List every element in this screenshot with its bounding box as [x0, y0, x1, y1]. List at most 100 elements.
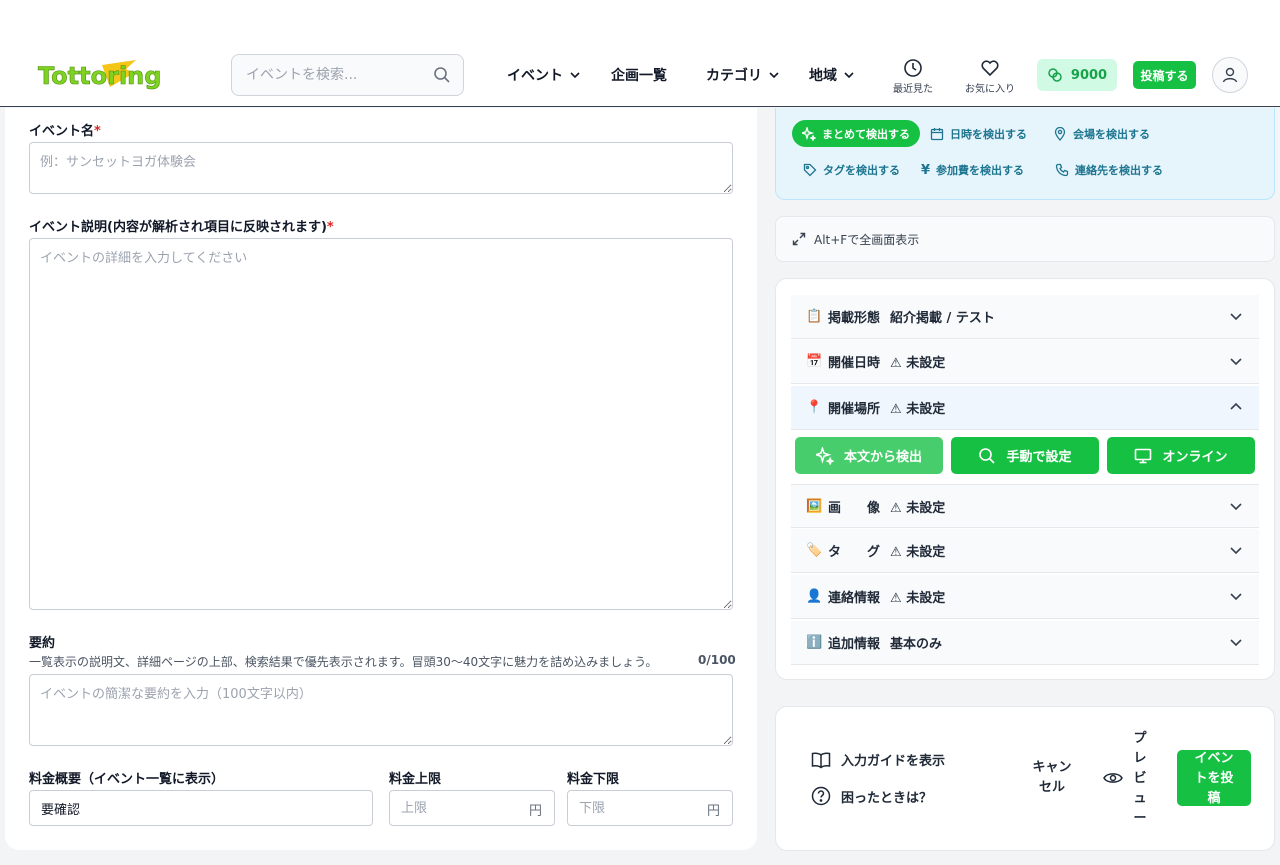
section-status: 紹介掲載 / テスト [890, 311, 995, 326]
price-max-box: 円 [389, 790, 555, 826]
event-name-label: イベント名* [29, 120, 101, 139]
points-badge[interactable]: 9000 [1037, 59, 1117, 91]
preview-button[interactable]: プレビュー [1103, 730, 1163, 825]
user-icon [1222, 67, 1238, 83]
map-pin-icon [1054, 127, 1066, 141]
eye-icon [1103, 773, 1123, 783]
location-online-label: オンライン [1162, 449, 1228, 464]
detect-fee-label: 参加費を検出する [936, 164, 1025, 177]
info-icon: ℹ️ [806, 635, 823, 650]
section-location[interactable]: 📍 開催場所 ⚠ 未設定 [791, 386, 1259, 430]
location-detect-button[interactable]: 本文から検出 [795, 437, 943, 474]
nav-events[interactable]: イベント [507, 65, 581, 85]
header-post-button[interactable]: 投稿する [1133, 61, 1196, 89]
detect-all-button[interactable]: まとめて検出する [792, 120, 920, 147]
nav-events-label: イベント [507, 68, 563, 84]
logo-text: Tottoring [38, 62, 161, 90]
price-summary-input[interactable] [41, 799, 161, 817]
chevron-down-icon [1230, 358, 1242, 366]
person-icon: 👤 [806, 589, 823, 604]
search-box [231, 54, 464, 96]
nav-plans-label: 企画一覧 [611, 68, 667, 84]
section-datetime[interactable]: 📅 開催日時 ⚠ 未設定 [791, 340, 1259, 384]
price-min-box: 円 [567, 790, 733, 826]
chevron-down-icon [1230, 313, 1242, 321]
summary-hint: 一覧表示の説明文、詳細ページの上部、検索結果で優先表示されます。冒頭30〜40文… [29, 655, 658, 669]
detect-all-label: まとめて検出する [822, 127, 910, 141]
image-icon: 🖼️ [806, 498, 823, 514]
location-manual-label: 手動で設定 [1006, 449, 1072, 464]
summary-field[interactable] [29, 674, 733, 746]
yen-unit: 円 [706, 804, 720, 819]
section-name: タ グ [828, 545, 881, 560]
price-min-input[interactable] [579, 799, 699, 817]
nav-category[interactable]: カテゴリ [706, 65, 780, 85]
description-field[interactable] [29, 238, 733, 610]
input-guide-link[interactable]: 入力ガイドを表示 [811, 750, 945, 769]
location-manual-button[interactable]: 手動で設定 [951, 437, 1099, 474]
required-mark: * [326, 220, 334, 235]
calendar-icon [930, 128, 944, 141]
section-status: ⚠ 未設定 [890, 500, 946, 516]
tag-icon: 🏷️ [806, 543, 823, 558]
detect-contact-label: 連絡先を検出する [1075, 164, 1163, 177]
search-input[interactable] [246, 65, 426, 85]
detect-datetime-button[interactable]: 日時を検出する [930, 126, 1027, 142]
summary-label: 要約 [29, 636, 56, 651]
location-online-button[interactable]: オンライン [1107, 437, 1255, 474]
detect-venue-button[interactable]: 会場を検出する [1053, 126, 1150, 142]
search-icon[interactable] [433, 66, 451, 88]
submit-event-button[interactable]: イベントを投稿 [1177, 750, 1251, 806]
section-status: 基本のみ [890, 637, 943, 652]
nav-plans[interactable]: 企画一覧 [611, 65, 667, 85]
fullscreen-toggle[interactable]: Alt+Fで全画面表示 [775, 216, 1275, 262]
location-detect-label: 本文から検出 [843, 449, 922, 464]
price-summary-label: 料金概要（イベント一覧に表示） [29, 772, 225, 787]
phone-icon [1055, 163, 1069, 177]
section-status: ⚠ 未設定 [890, 402, 946, 417]
expand-icon [792, 232, 806, 246]
user-avatar[interactable] [1212, 57, 1248, 93]
sparkles-icon [815, 446, 834, 465]
section-tags[interactable]: 🏷️ タ グ ⚠ 未設定 [791, 529, 1259, 573]
nav-recent[interactable]: 最近見た [883, 58, 943, 95]
help-icon [811, 786, 831, 806]
section-listing-type[interactable]: 📋 掲載形態 紹介掲載 / テスト [791, 295, 1259, 339]
yen-unit: 円 [528, 804, 542, 819]
nav-region-label: 地域 [809, 68, 837, 84]
event-name-field[interactable] [29, 142, 733, 194]
detect-tags-button[interactable]: タグを検出する [803, 162, 900, 178]
nav-favorites[interactable]: お気に入り [960, 58, 1020, 95]
summary-counter: 0/100 [698, 653, 736, 667]
section-name: 画 像 [828, 500, 881, 516]
detect-fee-button[interactable]: ¥ 参加費を検出する [921, 162, 1024, 178]
nav-favorites-label: お気に入り [965, 84, 1015, 95]
search-icon [979, 447, 996, 464]
price-max-input[interactable] [401, 799, 521, 817]
section-contact[interactable]: 👤 連絡情報 ⚠ 未設定 [791, 575, 1259, 619]
chevron-down-icon [1230, 593, 1242, 601]
detect-tags-label: タグを検出する [823, 164, 900, 177]
chevron-down-icon [844, 72, 854, 79]
help-link[interactable]: 困ったときは？ [811, 786, 932, 806]
nav-recent-label: 最近見た [893, 84, 933, 95]
nav-region[interactable]: 地域 [809, 65, 855, 85]
section-image[interactable]: 🖼️ 画 像 ⚠ 未設定 [791, 484, 1259, 528]
section-extra-info[interactable]: ℹ️ 追加情報 基本のみ [791, 621, 1259, 665]
book-icon [811, 752, 831, 768]
price-summary-box [29, 790, 373, 826]
chevron-down-icon [1230, 639, 1242, 647]
description-label: イベント説明(内容が解析され項目に反映されます)* [29, 216, 334, 235]
site-logo[interactable]: Tottoring [36, 57, 196, 93]
required-mark: * [94, 124, 101, 139]
price-min-label: 料金下限 [567, 772, 620, 787]
section-status: ⚠ 未設定 [890, 356, 946, 371]
section-status: ⚠ 未設定 [890, 591, 946, 606]
section-status: ⚠ 未設定 [890, 545, 946, 560]
top-spacer [0, 0, 1280, 43]
detect-contact-button[interactable]: 連絡先を検出する [1055, 162, 1163, 178]
event-name-label-text: イベント名 [29, 124, 95, 139]
yen-icon: ¥ [921, 162, 931, 178]
chevron-down-icon [769, 72, 779, 79]
cancel-button[interactable]: キャンセル [1030, 757, 1074, 797]
